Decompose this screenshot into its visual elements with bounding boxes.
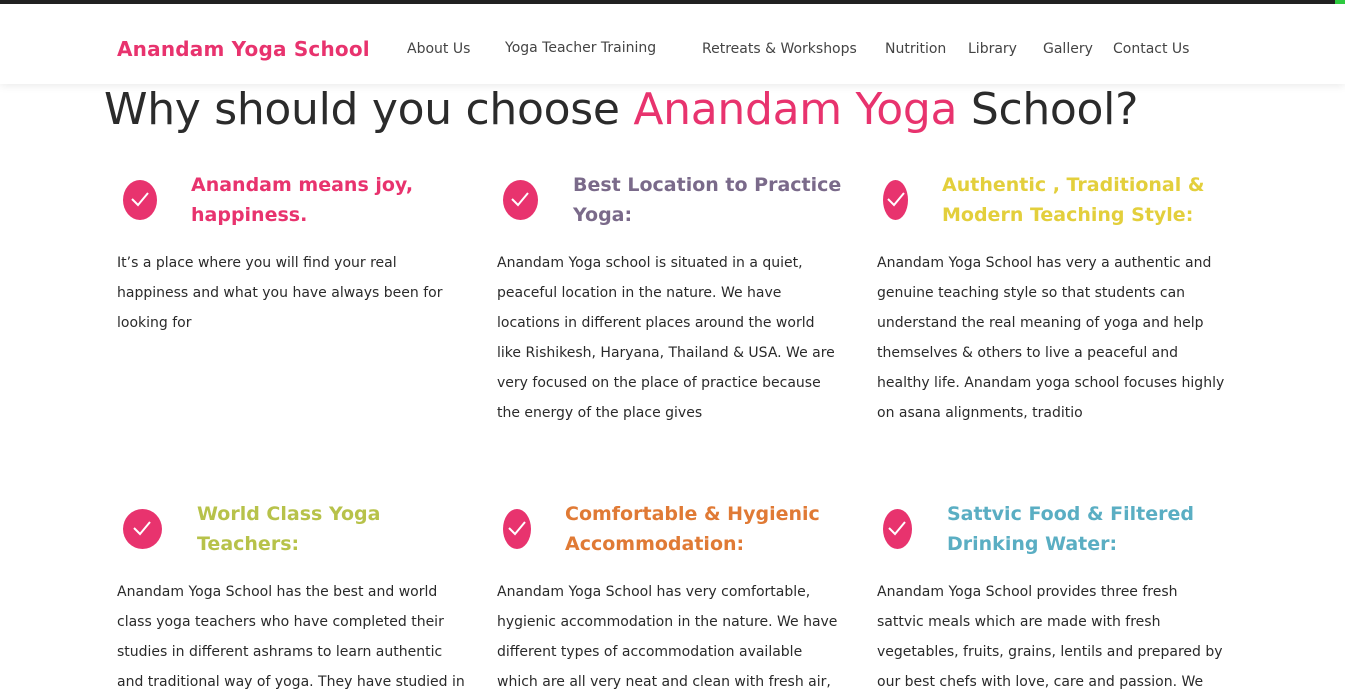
text-line: locations in different places around the… bbox=[497, 315, 815, 331]
text-line: our best chefs with love, care and passi… bbox=[877, 674, 1204, 690]
text-line: Anandam Yoga School has very comfortable… bbox=[497, 584, 811, 600]
text-line: hygienic accommodation in the nature. We… bbox=[497, 614, 838, 630]
text-line: understand the real meaning of yoga and … bbox=[877, 315, 1204, 331]
text-line: peaceful location in the nature. We have bbox=[497, 285, 782, 301]
text-line: Anandam Yoga School has the best and wor… bbox=[117, 584, 438, 600]
text-line: like Rishikesh, Haryana, Thailand & USA.… bbox=[497, 345, 835, 361]
feature-title: Comfortable & Hygienic Accommodation: bbox=[565, 499, 820, 559]
nav-gallery[interactable]: Gallery bbox=[1043, 41, 1093, 57]
text-line: themselves & others to live a peaceful a… bbox=[877, 345, 1178, 361]
feature-title-line: Authentic , Traditional & bbox=[942, 174, 1205, 196]
text-line: Anandam Yoga School provides three fresh bbox=[877, 584, 1178, 600]
check-circle-icon bbox=[883, 509, 912, 549]
check-circle-icon bbox=[123, 180, 157, 220]
feature-text: Anandam Yoga School has the best and wor… bbox=[117, 577, 477, 697]
feature-title-line: Anandam means joy, bbox=[191, 174, 414, 196]
text-line: genuine teaching style so that students … bbox=[877, 285, 1186, 301]
text-line: looking for bbox=[117, 315, 192, 331]
feature-text: Anandam Yoga School has very comfortable… bbox=[497, 577, 857, 697]
feature-text: Anandam Yoga school is situated in a qui… bbox=[497, 248, 857, 428]
feature-title: Anandam means joy, happiness. bbox=[191, 170, 413, 230]
text-line: vegetables, fruits, grains, lentils and … bbox=[877, 644, 1223, 660]
site-header: Anandam Yoga School About Us Yoga Teache… bbox=[0, 4, 1345, 84]
text-line: class yoga teachers who have completed t… bbox=[117, 614, 444, 630]
feature-title-line: Yoga: bbox=[573, 204, 633, 226]
check-circle-icon bbox=[123, 509, 162, 549]
site-logo[interactable]: Anandam Yoga School bbox=[117, 37, 370, 61]
feature-text: Anandam Yoga School has very a authentic… bbox=[877, 248, 1257, 428]
text-line: It’s a place where you will find your re… bbox=[117, 255, 397, 271]
feature-title-line: Comfortable & Hygienic bbox=[565, 503, 820, 525]
text-line: which are all very neat and clean with f… bbox=[497, 674, 831, 690]
nav-retreats-workshops[interactable]: Retreats & Workshops bbox=[702, 41, 857, 57]
feature-title-line: Drinking Water: bbox=[947, 533, 1118, 555]
text-line: healthy life. Anandam yoga school focuse… bbox=[877, 375, 1225, 391]
text-line: the energy of the place gives bbox=[497, 405, 703, 421]
text-line: different types of accommodation availab… bbox=[497, 644, 803, 660]
feature-title-line: Best Location to Practice bbox=[573, 174, 842, 196]
text-line: Anandam Yoga school is situated in a qui… bbox=[497, 255, 803, 271]
text-line: Anandam Yoga School has very a authentic… bbox=[877, 255, 1212, 271]
title-highlight: Anandam Yoga bbox=[633, 84, 958, 135]
feature-title: Authentic , Traditional & Modern Teachin… bbox=[942, 170, 1204, 230]
text-line: happiness and what you have always been … bbox=[117, 285, 443, 301]
text-line: on asana alignments, traditio bbox=[877, 405, 1083, 421]
feature-title-line: happiness. bbox=[191, 204, 308, 226]
page-title: Why should you choose Anandam Yoga Schoo… bbox=[104, 84, 1138, 135]
feature-title: Sattvic Food & Filtered Drinking Water: bbox=[947, 499, 1194, 559]
check-circle-icon bbox=[503, 180, 538, 220]
feature-title-line: Accommodation: bbox=[565, 533, 745, 555]
feature-text: It’s a place where you will find your re… bbox=[117, 248, 477, 338]
text-line: and traditional way of yoga. They have s… bbox=[117, 674, 465, 690]
nav-library[interactable]: Library bbox=[968, 41, 1017, 57]
text-line: very focused on the place of practice be… bbox=[497, 375, 821, 391]
feature-title: Best Location to Practice Yoga: bbox=[573, 170, 841, 230]
nav-nutrition[interactable]: Nutrition bbox=[885, 41, 946, 57]
feature-title-line: World Class Yoga bbox=[197, 503, 381, 525]
text-line: sattvic meals which are made with fresh bbox=[877, 614, 1161, 630]
feature-text: Anandam Yoga School provides three fresh… bbox=[877, 577, 1237, 697]
title-suffix: School? bbox=[957, 84, 1139, 135]
feature-title-line: Sattvic Food & Filtered bbox=[947, 503, 1194, 525]
text-line: studies in different ashrams to learn au… bbox=[117, 644, 443, 660]
nav-yoga-teacher-training[interactable]: Yoga Teacher Training bbox=[505, 40, 656, 56]
check-circle-icon bbox=[503, 509, 531, 549]
check-circle-icon bbox=[883, 180, 908, 220]
title-prefix: Why should you choose bbox=[104, 84, 634, 135]
feature-title: World Class Yoga Teachers: bbox=[197, 499, 380, 559]
feature-title-line: Modern Teaching Style: bbox=[942, 204, 1194, 226]
nav-contact-us[interactable]: Contact Us bbox=[1113, 41, 1189, 57]
feature-title-line: Teachers: bbox=[197, 533, 300, 555]
nav-about-us[interactable]: About Us bbox=[407, 41, 470, 57]
